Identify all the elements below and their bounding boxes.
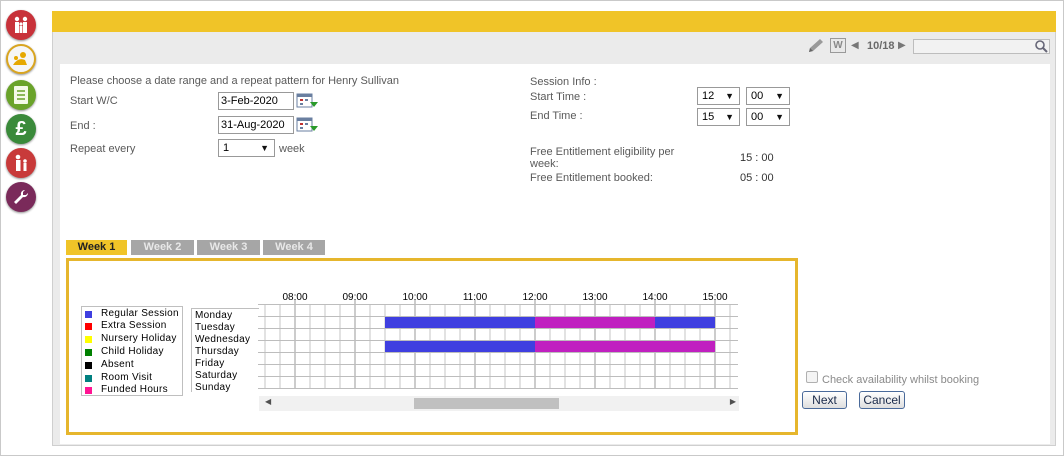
- intro-text: Please choose a date range and a repeat …: [70, 75, 399, 87]
- start-label: Start W/C: [70, 95, 118, 107]
- chevron-down-icon: ▼: [775, 91, 784, 101]
- previous-icon[interactable]: ◀: [851, 40, 859, 51]
- legend-swatch: [85, 387, 92, 394]
- day-label: Saturday: [195, 370, 238, 381]
- tab-week-3[interactable]: Week 3: [197, 240, 260, 255]
- day-label: Sunday: [195, 382, 231, 393]
- schedule-scrollbar[interactable]: ◀ ▶: [259, 396, 739, 411]
- start-minute-select[interactable]: 00 ▼: [746, 87, 790, 105]
- next-icon[interactable]: ▶: [898, 40, 906, 51]
- page-counter: 10/18: [867, 40, 895, 52]
- chevron-down-icon: ▼: [775, 112, 784, 122]
- repeat-select[interactable]: 1 ▼: [218, 139, 275, 157]
- child-icon[interactable]: [6, 44, 36, 74]
- search-icon[interactable]: [1034, 39, 1049, 54]
- finance-icon[interactable]: £: [6, 114, 36, 144]
- staff-icon[interactable]: [6, 148, 36, 178]
- booked-label: Free Entitlement booked:: [530, 172, 653, 184]
- register-icon[interactable]: [6, 80, 36, 110]
- scroll-right-icon[interactable]: ▶: [730, 397, 736, 406]
- end-hour-value: 15: [702, 111, 715, 123]
- start-time-label: Start Time :: [530, 91, 587, 103]
- booking-funded: [535, 341, 715, 352]
- scroll-thumb[interactable]: [414, 398, 559, 409]
- start-minute-value: 00: [751, 90, 764, 102]
- end-hour-select[interactable]: 15 ▼: [697, 108, 740, 126]
- booked-value: 05 : 00: [740, 172, 774, 184]
- session-info-title: Session Info :: [530, 76, 597, 88]
- availability-label: Check availability whilst booking: [822, 374, 980, 386]
- start-hour-value: 12: [702, 90, 715, 102]
- legend: Regular Session Extra Session Nursery Ho…: [81, 306, 183, 396]
- day-label: Friday: [195, 358, 225, 369]
- day-label: Thursday: [195, 346, 240, 357]
- legend-swatch: [85, 336, 92, 343]
- booking-regular: [385, 317, 535, 328]
- day-label: Wednesday: [195, 334, 251, 345]
- start-hour-select[interactable]: 12 ▼: [697, 87, 740, 105]
- end-date-input[interactable]: 31-Aug-2020: [218, 116, 294, 134]
- chevron-down-icon: ▼: [725, 91, 734, 101]
- search-input[interactable]: [913, 39, 1050, 54]
- start-date-input[interactable]: 3-Feb-2020: [218, 92, 294, 110]
- tab-week-4[interactable]: Week 4: [263, 240, 325, 255]
- end-time-label: End Time :: [530, 110, 583, 122]
- legend-swatch: [85, 349, 92, 356]
- scroll-left-icon[interactable]: ◀: [265, 397, 271, 406]
- availability-checkbox[interactable]: [806, 371, 818, 383]
- next-button[interactable]: Next: [802, 391, 847, 409]
- cancel-button[interactable]: Cancel: [859, 391, 905, 409]
- day-label: Tuesday: [195, 322, 236, 333]
- repeat-unit: week: [279, 143, 305, 155]
- eligibility-value: 15 : 00: [740, 152, 774, 164]
- booking-regular: [385, 341, 535, 352]
- booking-regular: [655, 317, 715, 328]
- settings-icon[interactable]: [6, 182, 36, 212]
- tab-week-1[interactable]: Week 1: [66, 240, 127, 255]
- end-calendar-icon[interactable]: [296, 116, 318, 134]
- edit-icon[interactable]: [806, 38, 826, 57]
- end-label: End :: [70, 120, 96, 132]
- family-icon[interactable]: [6, 10, 36, 40]
- eligibility-label: Free Entitlement eligibility per week:: [530, 146, 675, 170]
- day-labels: Monday Tuesday Wednesday Thursday Friday…: [191, 308, 259, 393]
- header-bar: [52, 11, 1056, 32]
- tab-week-2[interactable]: Week 2: [131, 240, 194, 255]
- legend-swatch: [85, 362, 92, 369]
- chevron-down-icon: ▼: [725, 112, 734, 122]
- chevron-down-icon: ▼: [260, 143, 269, 153]
- start-calendar-icon[interactable]: [296, 92, 318, 110]
- word-export-icon[interactable]: W: [830, 38, 846, 53]
- legend-swatch: [85, 323, 92, 330]
- legend-swatch: [85, 375, 92, 382]
- repeat-value: 1: [223, 142, 230, 154]
- end-minute-value: 00: [751, 111, 764, 123]
- schedule-grid[interactable]: 08:00 09:00 10:00 11:00 12:00 13:00 14:00 15:00: [258, 290, 742, 394]
- legend-swatch: [85, 311, 92, 318]
- day-label: Monday: [195, 310, 233, 321]
- end-minute-select[interactable]: 00 ▼: [746, 108, 790, 126]
- repeat-label: Repeat every: [70, 143, 136, 155]
- booking-funded: [535, 317, 655, 328]
